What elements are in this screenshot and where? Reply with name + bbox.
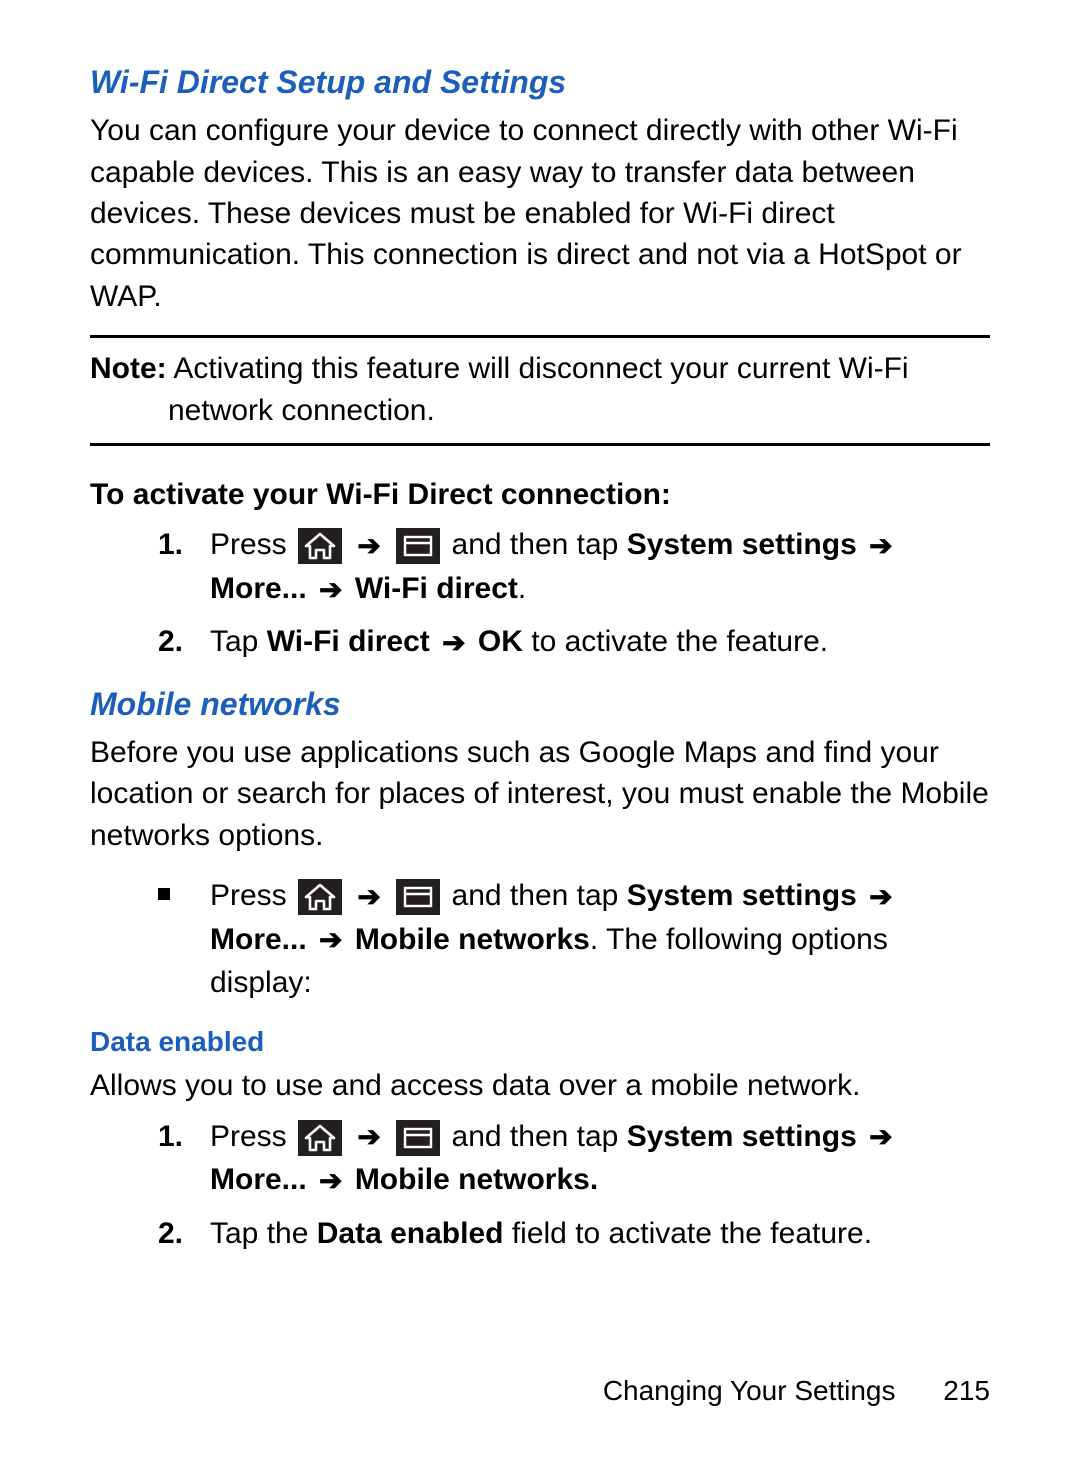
arrow-icon: ➔: [357, 1117, 380, 1158]
home-icon: [298, 528, 342, 564]
page-number: 215: [943, 1372, 990, 1411]
arrow-icon: ➔: [319, 920, 342, 961]
note-text: Note: Activating this feature will disco…: [90, 348, 990, 431]
arrow-icon: ➔: [357, 877, 380, 918]
bullet-list-mobile-networks: Press ➔ and then tap System settings ➔ M…: [90, 874, 990, 1005]
section-heading-wifi-direct: Wi-Fi Direct Setup and Settings: [90, 60, 990, 104]
subheading-activate-wifi-direct: To activate your Wi-Fi Direct connection…: [90, 474, 990, 515]
step-item: Tap the Data enabled field to activate t…: [210, 1212, 990, 1256]
arrow-icon: ➔: [869, 877, 892, 918]
page-footer: Changing Your Settings 215: [603, 1372, 990, 1411]
arrow-icon: ➔: [869, 1117, 892, 1158]
arrow-icon: ➔: [442, 623, 465, 664]
paragraph-data-enabled: Allows you to use and access data over a…: [90, 1065, 990, 1106]
steps-list-wifi-direct: Press ➔ and then tap System settings ➔ M…: [90, 523, 990, 664]
home-icon: [298, 879, 342, 915]
menu-icon: [396, 879, 440, 915]
step-item: Tap Wi-Fi direct ➔ OK to activate the fe…: [210, 620, 990, 664]
arrow-icon: ➔: [319, 570, 342, 611]
paragraph-mobile-networks: Before you use applications such as Goog…: [90, 732, 990, 856]
paragraph-wifi-direct-intro: You can configure your device to connect…: [90, 110, 990, 317]
step-item: Press ➔ and then tap System settings ➔ M…: [210, 1115, 990, 1202]
arrow-icon: ➔: [357, 526, 380, 567]
menu-icon: [396, 528, 440, 564]
footer-chapter: Changing Your Settings: [603, 1375, 896, 1406]
manual-page: Wi-Fi Direct Setup and Settings You can …: [0, 0, 1080, 1465]
section-heading-mobile-networks: Mobile networks: [90, 682, 990, 726]
subheading-data-enabled: Data enabled: [90, 1023, 990, 1062]
bullet-item: Press ➔ and then tap System settings ➔ M…: [210, 874, 990, 1005]
step-item: Press ➔ and then tap System settings ➔ M…: [210, 523, 990, 610]
note-block: Note: Activating this feature will disco…: [90, 335, 990, 446]
menu-icon: [396, 1120, 440, 1156]
steps-list-data-enabled: Press ➔ and then tap System settings ➔ M…: [90, 1115, 990, 1256]
note-label: Note:: [90, 352, 167, 385]
home-icon: [298, 1120, 342, 1156]
arrow-icon: ➔: [869, 526, 892, 567]
arrow-icon: ➔: [319, 1161, 342, 1202]
